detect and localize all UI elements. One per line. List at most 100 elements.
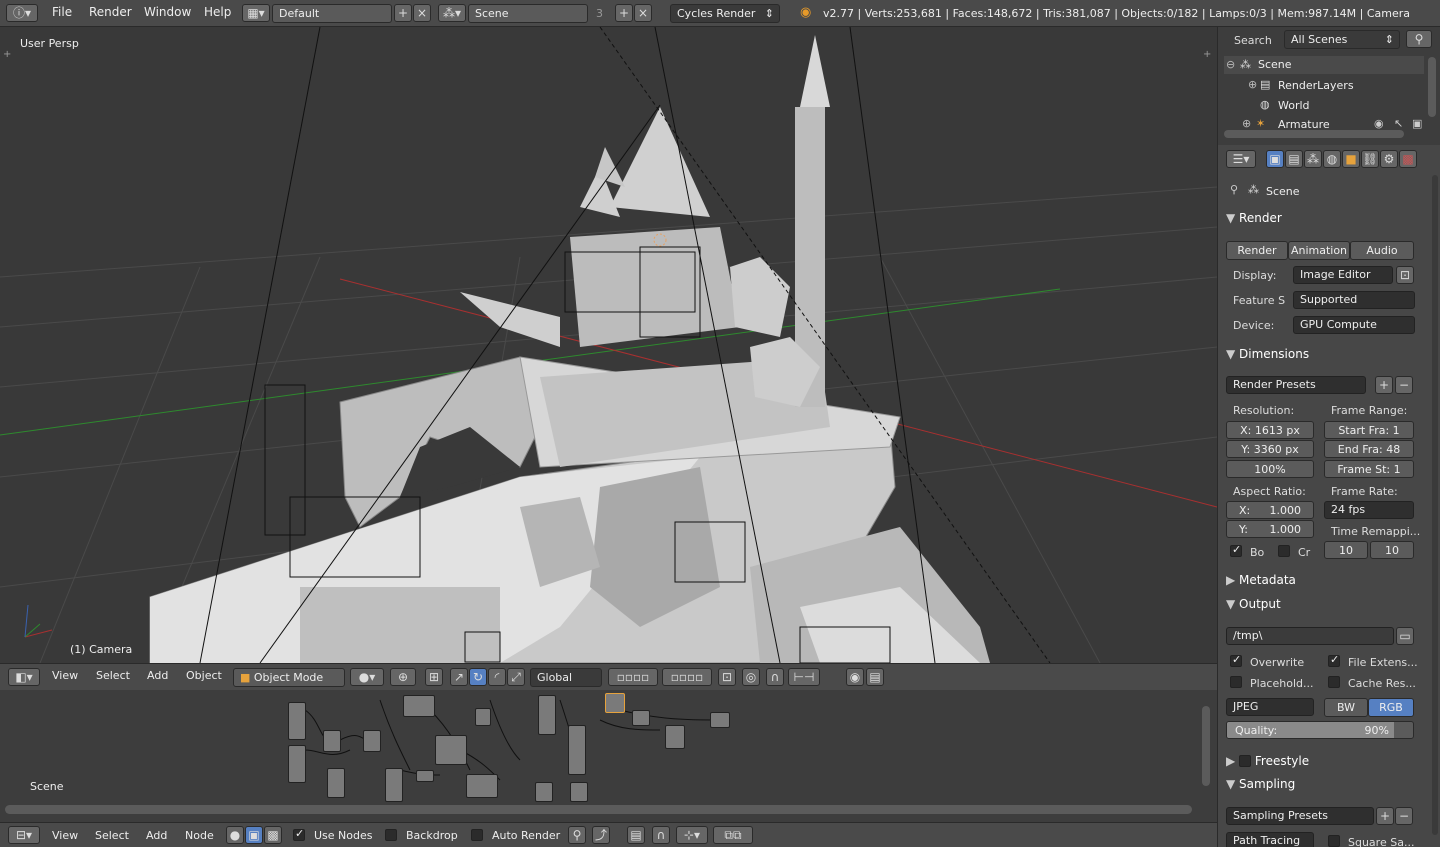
node-box[interactable] <box>288 702 306 740</box>
render-panel-header[interactable]: ▼ Render <box>1226 211 1426 233</box>
node-box[interactable] <box>466 774 498 798</box>
node-box[interactable] <box>665 725 685 749</box>
use-nodes-checkbox[interactable] <box>293 827 305 841</box>
menu-render[interactable]: Render <box>89 5 132 19</box>
output-panel-header[interactable]: ▼ Output <box>1226 597 1426 619</box>
auto-render-checkbox[interactable] <box>471 829 483 841</box>
file-browser-icon[interactable]: ▭ <box>1396 627 1414 645</box>
metadata-panel-header[interactable]: ▶ Metadata <box>1226 573 1426 595</box>
compositing-nodes-icon[interactable]: ▣ <box>245 826 263 844</box>
render-animation-icon[interactable]: ▤ <box>866 668 884 686</box>
node-menu-node[interactable]: Node <box>185 829 214 842</box>
manipulator-icon[interactable]: ⊞ <box>425 668 443 686</box>
snap-icon[interactable]: ∩ <box>766 668 784 686</box>
node-copy-paste-icon[interactable]: ⧉⧉ <box>713 826 753 844</box>
lock-layers-icon[interactable]: ⊡ <box>718 668 736 686</box>
node-box[interactable] <box>416 770 434 782</box>
output-path-field[interactable]: /tmp\ <box>1226 627 1394 645</box>
remove-sampling-preset-button[interactable]: − <box>1395 807 1413 825</box>
modifiers-tab-icon[interactable]: ⚙ <box>1380 150 1398 168</box>
node-box-selected[interactable] <box>605 693 625 713</box>
viewport-split-plus-icon[interactable]: + <box>3 49 11 60</box>
object-tab-icon[interactable]: ■ <box>1342 150 1360 168</box>
node-box[interactable] <box>385 768 403 802</box>
remove-scene-button[interactable]: × <box>634 4 652 22</box>
select-arrow-icon[interactable]: ↖ <box>1394 117 1403 130</box>
render-engine-select[interactable]: Cycles Render ⇕ <box>670 4 780 23</box>
viewport-menu-select[interactable]: Select <box>96 669 130 682</box>
node-box[interactable] <box>538 695 556 735</box>
add-scene-button[interactable]: + <box>615 4 633 22</box>
3d-viewport[interactable]: User Persp (1) Camera + + <box>0 27 1217 663</box>
viewport-editor-type-icon[interactable]: ◧▾ <box>8 668 40 686</box>
outliner-display-filter[interactable]: All Scenes ⇕ <box>1284 30 1400 49</box>
viewport-menu-view[interactable]: View <box>52 669 78 682</box>
node-menu-select[interactable]: Select <box>95 829 129 842</box>
color-bw-button[interactable]: BW <box>1324 698 1368 717</box>
placeholders-checkbox[interactable] <box>1230 676 1242 688</box>
time-remap-old-field[interactable]: 10 <box>1324 541 1368 559</box>
remove-layout-button[interactable]: × <box>413 4 431 22</box>
add-preset-button[interactable]: + <box>1375 376 1393 394</box>
rotate-manipulator-icon[interactable]: ↻ <box>469 668 487 686</box>
sampling-presets-select[interactable]: Sampling Presets <box>1226 807 1374 825</box>
aspect-y-field[interactable]: Y: 1.000 <box>1226 520 1314 538</box>
viewport-menu-add[interactable]: Add <box>147 669 168 682</box>
audio-button[interactable]: Audio <box>1350 241 1414 260</box>
interaction-mode-select[interactable]: ■ Object Mode <box>233 668 345 687</box>
expand-icon[interactable]: ⊕ <box>1242 117 1251 130</box>
node-box[interactable] <box>475 708 491 726</box>
expand-icon[interactable]: ⊕ <box>1248 78 1257 91</box>
properties-editor-type-icon[interactable]: ☰▾ <box>1226 150 1256 168</box>
pin-icon[interactable]: ⚲ <box>1230 183 1238 196</box>
arc-manipulator-icon[interactable]: ◜ <box>488 668 506 686</box>
display-select[interactable]: Image Editor <box>1293 266 1393 284</box>
outliner-vertical-scrollbar[interactable] <box>1428 57 1436 117</box>
pivot-point-icon[interactable]: ⊕ <box>390 668 416 686</box>
integrator-select[interactable]: Path Tracing <box>1226 832 1314 847</box>
cache-result-checkbox[interactable] <box>1328 676 1340 688</box>
node-snap-icon[interactable]: ∩ <box>652 826 670 844</box>
freestyle-panel-header[interactable]: ▶ Freestyle <box>1226 753 1426 775</box>
node-box[interactable] <box>632 710 650 726</box>
node-box[interactable] <box>568 725 586 775</box>
aspect-x-field[interactable]: X: 1.000 <box>1226 501 1314 519</box>
node-editor[interactable]: Scene <box>0 690 1217 822</box>
snap-element-icon[interactable]: ⊢⊣ <box>788 668 820 686</box>
dimensions-panel-header[interactable]: ▼ Dimensions <box>1226 347 1426 369</box>
node-render-icon[interactable]: ▤ <box>627 826 645 844</box>
render-presets-select[interactable]: Render Presets <box>1226 376 1366 394</box>
overwrite-checkbox[interactable] <box>1230 653 1242 667</box>
world-tab-icon[interactable]: ◍ <box>1323 150 1341 168</box>
frame-step-field[interactable]: Frame St: 1 <box>1324 460 1414 478</box>
render-layers-tab-icon[interactable]: ▤ <box>1285 150 1303 168</box>
backdrop-checkbox[interactable] <box>385 829 397 841</box>
menu-file[interactable]: File <box>52 5 72 19</box>
viewport-shading-icon[interactable]: ●▾ <box>350 668 384 686</box>
add-layout-button[interactable]: + <box>394 4 412 22</box>
screen-layout-field[interactable]: Default <box>272 4 392 23</box>
square-samples-checkbox[interactable] <box>1328 835 1340 847</box>
outliner-row-scene[interactable]: ⊖ ⁂ Scene <box>1224 56 1424 74</box>
frame-start-field[interactable]: Start Fra: 1 <box>1324 421 1414 439</box>
node-editor-type-icon[interactable]: ⊟▾ <box>8 826 40 844</box>
shader-nodes-icon[interactable]: ● <box>226 826 244 844</box>
menu-window[interactable]: Window <box>144 5 191 19</box>
remove-preset-button[interactable]: − <box>1395 376 1413 394</box>
texture-tab-icon[interactable]: ▩ <box>1399 150 1417 168</box>
time-remap-new-field[interactable]: 10 <box>1370 541 1414 559</box>
outliner-row-world[interactable]: ◍ World <box>1258 96 1428 114</box>
file-format-select[interactable]: JPEG <box>1226 698 1314 716</box>
color-rgb-button[interactable]: RGB <box>1368 698 1414 717</box>
frame-end-field[interactable]: End Fra: 48 <box>1324 440 1414 458</box>
pin-node-tree-icon[interactable]: ⚲ <box>568 826 586 844</box>
node-snap-element-icon[interactable]: ⊹▾ <box>676 826 708 844</box>
resolution-y-field[interactable]: Y: 3360 px <box>1226 440 1314 458</box>
constraints-tab-icon[interactable]: ⛓ <box>1361 150 1379 168</box>
node-box[interactable] <box>403 695 435 717</box>
frame-rate-select[interactable]: 24 fps <box>1324 501 1414 519</box>
node-editor-vertical-scrollbar[interactable] <box>1202 706 1210 786</box>
node-box[interactable] <box>323 730 341 752</box>
add-sampling-preset-button[interactable]: + <box>1376 807 1394 825</box>
lock-interface-icon[interactable]: ⊡ <box>1396 266 1414 284</box>
